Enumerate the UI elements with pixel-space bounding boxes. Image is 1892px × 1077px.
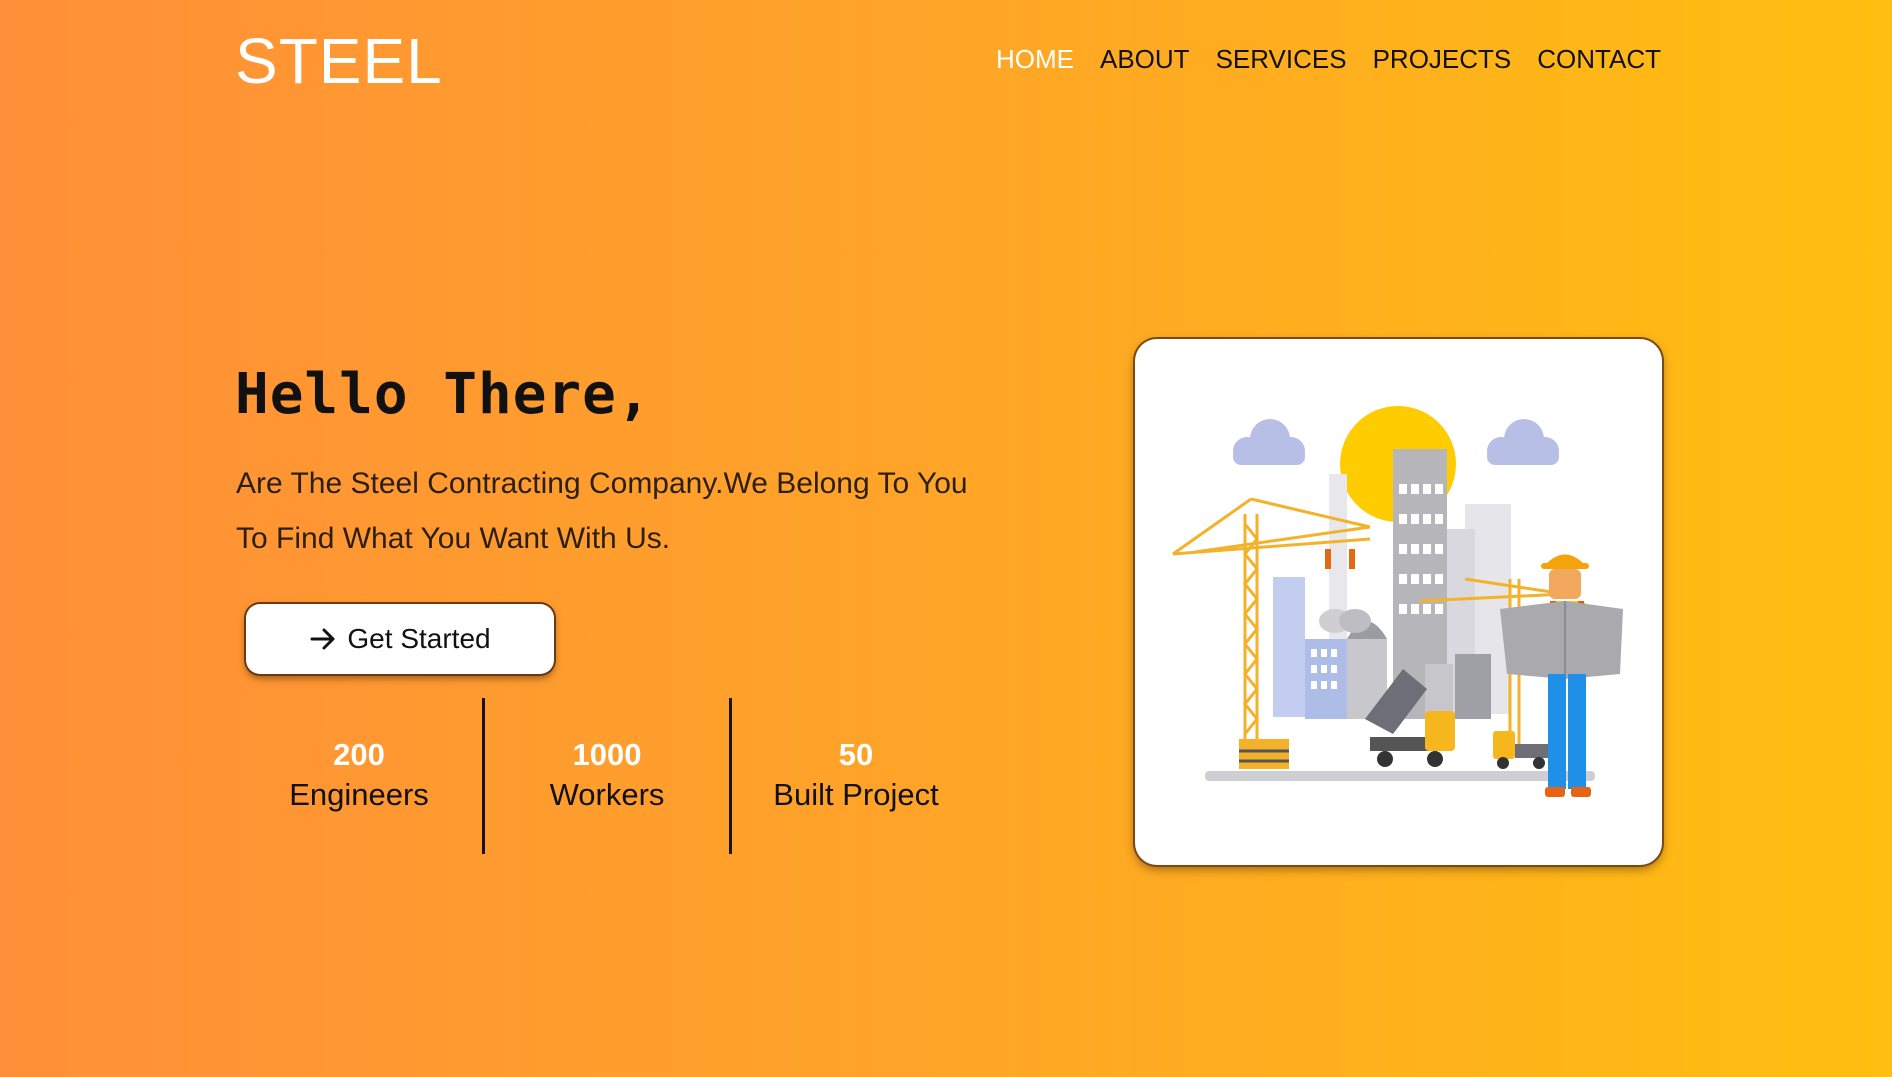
hero-description: Are The Steel Contracting Company.We Bel… xyxy=(236,467,968,555)
nav-home[interactable]: HOME xyxy=(996,44,1074,75)
hero-title: Hello There, xyxy=(235,362,652,427)
stats-row: 200 Engineers 1000 Workers 50 Built Proj… xyxy=(236,698,980,854)
stat-label: Workers xyxy=(549,777,665,812)
nav-contact[interactable]: CONTACT xyxy=(1537,44,1661,75)
site-logo[interactable]: STEEL xyxy=(235,24,443,98)
main-nav: HOME ABOUT SERVICES PROJECTS CONTACT xyxy=(996,44,1661,75)
stat-label: Built Project xyxy=(773,777,939,812)
stat-label: Engineers xyxy=(289,777,429,812)
construction-site-illustration xyxy=(1172,406,1623,797)
stat-value: 1000 xyxy=(572,737,642,772)
get-started-label: Get Started xyxy=(347,623,491,654)
nav-about[interactable]: ABOUT xyxy=(1100,44,1190,75)
stat-engineers: 200 Engineers xyxy=(236,698,482,854)
get-started-button[interactable]: Get Started xyxy=(246,604,554,674)
stat-value: 50 xyxy=(838,737,874,772)
arrow-right-icon xyxy=(309,625,337,653)
nav-services[interactable]: SERVICES xyxy=(1216,44,1347,75)
illustration-card xyxy=(1135,339,1662,865)
nav-projects[interactable]: PROJECTS xyxy=(1373,44,1512,75)
stat-workers: 1000 Workers xyxy=(485,698,729,854)
stat-built-projects: 50 Built Project xyxy=(732,698,980,854)
stat-value: 200 xyxy=(333,737,385,772)
